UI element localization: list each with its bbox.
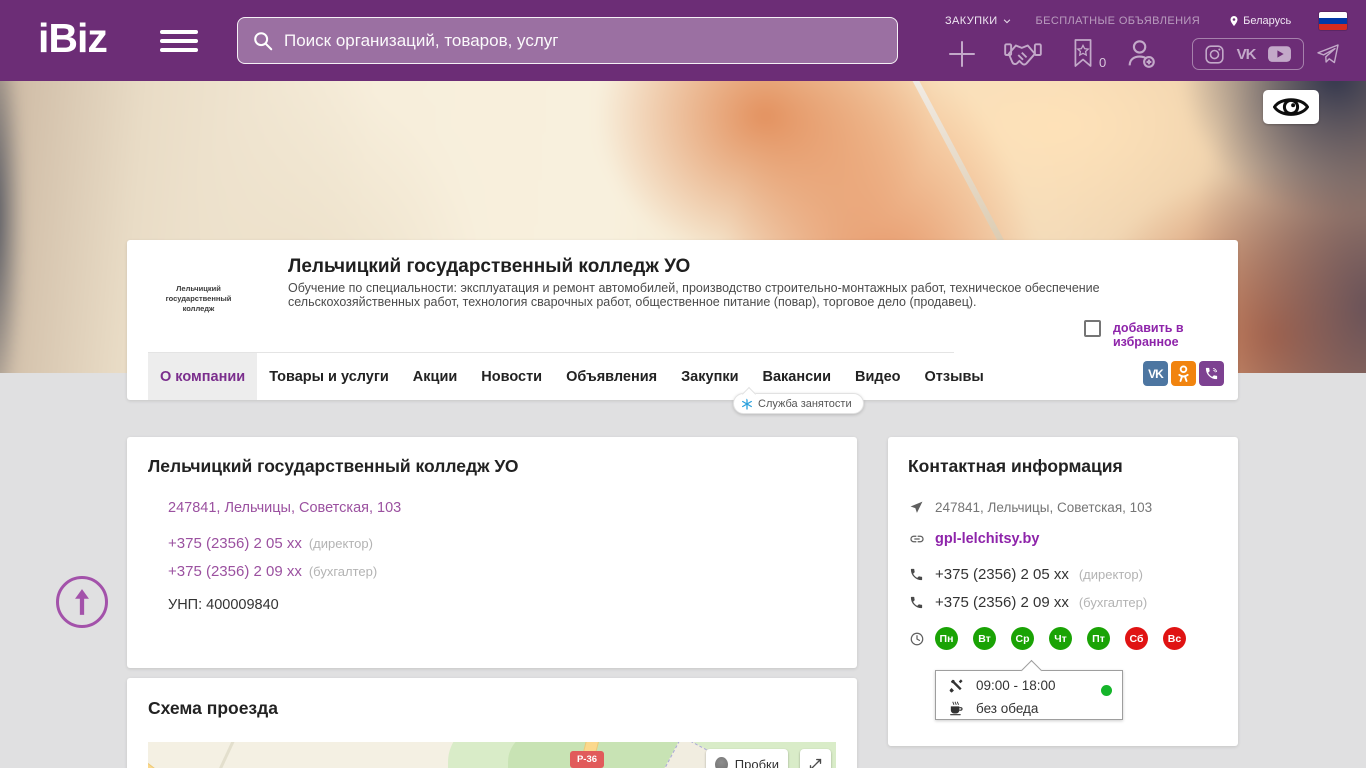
flag-stripe-red (1319, 24, 1347, 30)
tab-promos[interactable]: Акции (401, 353, 469, 400)
favorites-count: 0 (1099, 55, 1107, 70)
map-lane (182, 742, 237, 768)
contact-info-card: Контактная информация 247841, Лельчицы, … (888, 437, 1238, 746)
header-social-box: VK (1192, 38, 1304, 70)
day-pill-wed[interactable]: Ср (1011, 627, 1034, 650)
tab-ads[interactable]: Объявления (554, 353, 669, 400)
phone-accountant-note: (бухгалтер) (308, 564, 378, 579)
about-card: Лельчицкий государственный колледж УО 24… (127, 437, 857, 668)
day-pill-mon[interactable]: Пн (935, 627, 958, 650)
instagram-icon[interactable] (1204, 44, 1225, 65)
handshake-icon[interactable] (1004, 39, 1042, 71)
map-fullscreen-button[interactable] (800, 749, 831, 768)
add-favorite-label[interactable]: добавить в избранное (1113, 321, 1238, 349)
location-pin-icon (1230, 16, 1238, 26)
tab-about[interactable]: О компании (148, 353, 258, 400)
add-company-plus-icon[interactable] (945, 37, 979, 71)
company-logo: Лельчицкий государственный колледж (165, 283, 232, 314)
search-input[interactable] (284, 30, 883, 51)
open-now-dot (1101, 685, 1112, 696)
tools-icon (949, 679, 963, 693)
chevron-down-icon (1003, 19, 1010, 24)
about-address-link[interactable]: 247841, Лельчицы, Советская, 103 (168, 500, 401, 516)
phone-director-note: (директор) (308, 536, 373, 551)
traffic-label: Пробки (734, 757, 779, 768)
map-canvas[interactable]: Р-36 Пробки (148, 742, 836, 768)
website-link[interactable]: gpl-lelchitsy.by (935, 531, 1039, 547)
contact-phone-director[interactable]: +375 (2356) 2 05 xx (935, 566, 1069, 583)
traffic-light-icon (715, 757, 728, 768)
free-ads-link[interactable]: БЕСПЛАТНЫЕ ОБЪЯВЛЕНИЯ (1036, 15, 1201, 27)
map-card: Схема проезда Р-36 Пробки (127, 678, 857, 768)
person-add-icon[interactable] (1124, 37, 1158, 71)
ok-share-icon[interactable] (1171, 361, 1196, 386)
phone-icon (908, 567, 925, 582)
asterisk-icon (742, 397, 752, 410)
search-bar (237, 17, 898, 64)
contact-info-title: Контактная информация (908, 456, 1123, 476)
day-pill-sun[interactable]: Вс (1163, 627, 1186, 650)
menu-hamburger-icon[interactable] (160, 30, 198, 57)
telegram-icon[interactable] (1316, 42, 1340, 66)
traffic-button[interactable]: Пробки (706, 749, 788, 768)
eye-icon (1273, 98, 1309, 116)
day-pill-sat[interactable]: Сб (1125, 627, 1148, 650)
top-header: iBiz ЗАКУПКИ БЕСПЛАТНЫЕ ОБЪЯВЛЕНИЯ Белар… (0, 0, 1366, 81)
zakupki-label: ЗАКУПКИ (945, 15, 998, 27)
working-hours-clock-icon (908, 631, 925, 647)
company-description: Обучение по специальности: эксплуатация … (288, 281, 1100, 309)
employment-service-label: Служба занятости (758, 397, 852, 410)
arrow-up-icon (75, 589, 89, 615)
zakupki-menu[interactable]: ЗАКУПКИ (945, 15, 1012, 27)
coffee-cup-icon (950, 701, 963, 716)
bookmark-star-icon[interactable] (1070, 37, 1096, 69)
tab-reviews[interactable]: Отзывы (913, 353, 996, 400)
day-pill-thu[interactable]: Чт (1049, 627, 1072, 650)
contact-address: 247841, Лельчицы, Советская, 103 (935, 500, 1153, 515)
language-flag-ru[interactable] (1319, 12, 1347, 30)
tab-products[interactable]: Товары и услуги (257, 353, 401, 400)
day-pill-tue[interactable]: Вт (973, 627, 996, 650)
phone-icon (908, 595, 925, 610)
country-label: Беларусь (1243, 15, 1292, 27)
working-hours-popover: 09:00 - 18:00 без обеда (935, 659, 1123, 720)
day-pill-fri[interactable]: Пт (1087, 627, 1110, 650)
vk-share-icon[interactable]: VK (1143, 361, 1168, 386)
phone-accountant-link[interactable]: +375 (2356) 2 09 xx (168, 563, 302, 580)
phone-director-link[interactable]: +375 (2356) 2 05 xx (168, 535, 302, 552)
map-title: Схема проезда (148, 698, 278, 718)
youtube-icon[interactable] (1267, 44, 1292, 64)
company-card: Лельчицкий государственный колледж Лельч… (127, 240, 1238, 400)
contact-phone-accountant[interactable]: +375 (2356) 2 09 xx (935, 594, 1069, 611)
country-selector[interactable]: Беларусь (1228, 14, 1291, 28)
working-hours-value: 09:00 - 18:00 (976, 678, 1056, 693)
search-icon (254, 31, 273, 50)
navigation-arrow-icon (908, 500, 925, 515)
viber-share-icon[interactable] (1199, 361, 1224, 386)
company-unp: УНП: 400009840 (168, 597, 279, 613)
scroll-to-top-button[interactable] (56, 576, 108, 628)
accessibility-eye-button[interactable] (1263, 90, 1319, 124)
favorite-checkbox[interactable] (1084, 320, 1101, 337)
about-title: Лельчицкий государственный колледж УО (148, 456, 519, 476)
site-logo[interactable]: iBiz (38, 15, 108, 62)
page: iBiz ЗАКУПКИ БЕСПЛАТНЫЕ ОБЪЯВЛЕНИЯ Белар… (0, 0, 1366, 768)
tab-news[interactable]: Новости (469, 353, 554, 400)
vk-icon[interactable]: VK (1237, 46, 1257, 63)
employment-service-tooltip: Служба занятости (733, 393, 864, 414)
link-icon (908, 531, 925, 547)
road-badge: Р-36 (570, 751, 604, 768)
company-name: Лельчицкий государственный колледж УО (288, 256, 691, 277)
expand-icon (809, 758, 822, 768)
lunch-value: без обеда (976, 701, 1039, 716)
header-links: ЗАКУПКИ БЕСПЛАТНЫЕ ОБЪЯВЛЕНИЯ Беларусь (945, 13, 1345, 29)
contact-phone-director-note: (директор) (1078, 567, 1143, 582)
contact-phone-accountant-note: (бухгалтер) (1078, 595, 1148, 610)
